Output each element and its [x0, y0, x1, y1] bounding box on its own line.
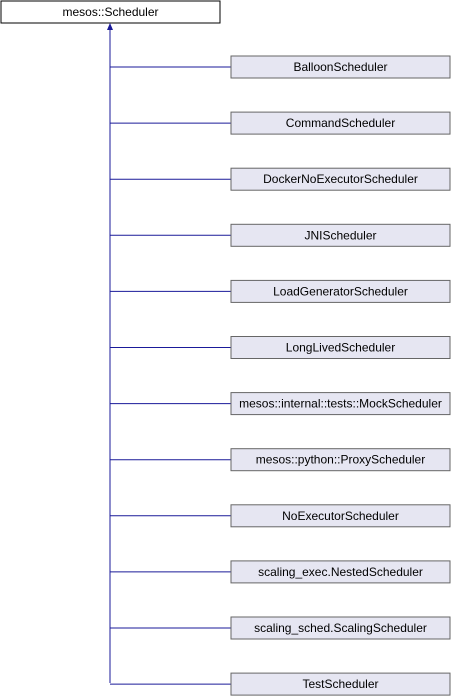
derived-class-label: JNIScheduler — [304, 228, 376, 242]
derived-class-node-scaling-exec-nestedscheduler[interactable]: scaling_exec.NestedScheduler — [230, 560, 451, 584]
derived-class-label: LongLivedScheduler — [286, 341, 395, 355]
derived-class-node-loadgeneratorscheduler[interactable]: LoadGeneratorScheduler — [230, 279, 451, 303]
derived-class-label: CommandScheduler — [286, 116, 395, 130]
inheritance-diagram: mesos::Scheduler BalloonSchedulerCommand… — [0, 0, 451, 696]
derived-class-label: TestScheduler — [302, 677, 378, 691]
derived-class-node-scaling-sched-scalingscheduler[interactable]: scaling_sched.ScalingScheduler — [230, 616, 451, 640]
derived-class-node-balloonscheduler[interactable]: BalloonScheduler — [230, 55, 451, 79]
derived-class-label: mesos::internal::tests::MockScheduler — [239, 397, 442, 411]
derived-class-label: scaling_sched.ScalingScheduler — [254, 621, 427, 635]
derived-class-label: DockerNoExecutorScheduler — [263, 172, 418, 186]
derived-class-node-dockernoexecutorscheduler[interactable]: DockerNoExecutorScheduler — [230, 167, 451, 191]
derived-classes: BalloonScheduler CommandScheduler DockerNo… — [110, 55, 451, 696]
derived-class-node-noexecutorscheduler[interactable]: NoExecutorScheduler — [230, 504, 451, 528]
derived-class-label: BalloonScheduler — [293, 60, 387, 74]
derived-class-label: NoExecutorScheduler — [282, 509, 399, 523]
derived-class-node-jnischeduler[interactable]: JNIScheduler — [230, 223, 451, 247]
base-class-label: mesos::Scheduler — [62, 5, 158, 19]
derived-class-label: mesos::python::ProxyScheduler — [256, 453, 425, 467]
derived-class-node-mesos-python-proxyscheduler[interactable]: mesos::python::ProxyScheduler — [230, 448, 451, 472]
derived-class-label: scaling_exec.NestedScheduler — [258, 565, 423, 579]
base-class-node[interactable]: mesos::Scheduler — [0, 0, 221, 24]
derived-class-node-commandscheduler[interactable]: CommandScheduler — [230, 111, 451, 135]
derived-class-node-longlivedscheduler[interactable]: LongLivedScheduler — [230, 336, 451, 359]
derived-class-node-testscheduler[interactable]: TestScheduler — [230, 672, 451, 696]
derived-class-node-mesos-internal-tests-mockscheduler[interactable]: mesos::internal::tests::MockScheduler — [230, 392, 451, 416]
inheritance-arrowhead — [107, 23, 113, 30]
derived-class-label: LoadGeneratorScheduler — [273, 284, 408, 298]
